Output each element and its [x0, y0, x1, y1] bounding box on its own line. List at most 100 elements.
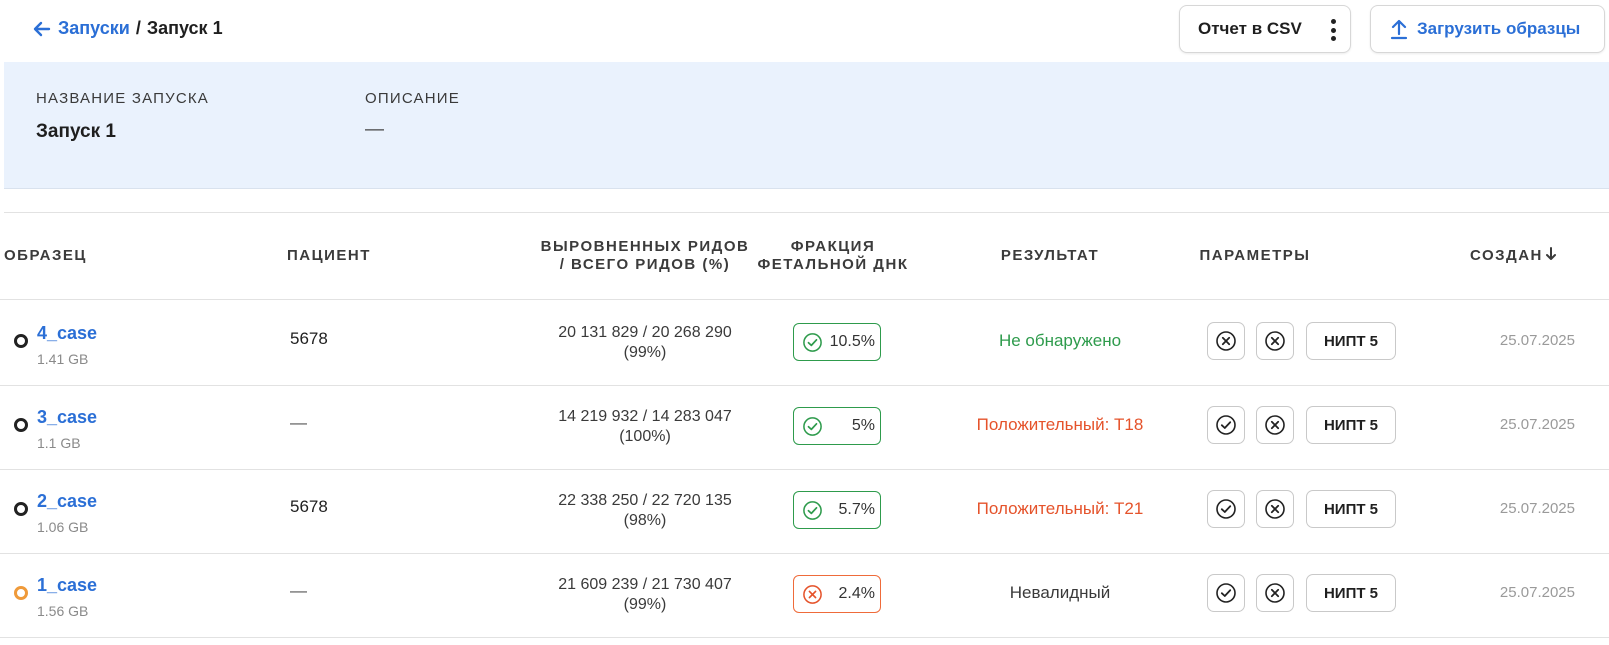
- run-description-value: —: [365, 119, 384, 140]
- run-name-value: Запуск 1: [36, 121, 116, 142]
- created-date: 25.07.2025: [1499, 332, 1575, 349]
- check-circle-icon: [1216, 415, 1236, 435]
- check-circle-icon: [1216, 499, 1236, 519]
- param-toggle-2[interactable]: [1256, 490, 1294, 528]
- header-created[interactable]: СОЗДАН: [1470, 247, 1557, 265]
- top-bar: Запуски / Запуск 1 Отчет в CSV Загрузить…: [0, 0, 1609, 60]
- run-description-label: ОПИСАНИЕ: [365, 90, 460, 107]
- status-indicator: [14, 502, 28, 516]
- result-text: Положительный: T18: [976, 415, 1144, 434]
- nipt-button[interactable]: НИПТ 5: [1306, 322, 1396, 360]
- breadcrumb-separator: /: [135, 18, 141, 38]
- param-toggle-2[interactable]: [1256, 406, 1294, 444]
- table-header: ОБРАЗЕЦ ПАЦИЕНТ ВЫРОВНЕННЫХ РИДОВ / ВСЕГ…: [0, 214, 1609, 300]
- header-created-label: СОЗДАН: [1470, 247, 1543, 264]
- sample-link[interactable]: 3_case: [37, 407, 97, 428]
- reads-counts: 20 131 829 / 20 268 290: [558, 324, 732, 341]
- reads-value: 22 338 250 / 22 720 135 (98%): [530, 491, 760, 531]
- reads-value: 14 219 932 / 14 283 047 (100%): [530, 407, 760, 447]
- sort-down-icon[interactable]: [1545, 247, 1557, 261]
- run-name-label: НАЗВАНИЕ ЗАПУСКА: [36, 90, 210, 107]
- header-fetal-fraction[interactable]: ФРАКЦИЯ ФЕТАЛЬНОЙ ДНК: [748, 238, 918, 274]
- breadcrumb-runs-link[interactable]: Запуски: [58, 18, 130, 39]
- run-description-block: ОПИСАНИЕ —: [365, 90, 460, 141]
- header-params[interactable]: ПАРАМЕТРЫ: [1180, 247, 1330, 265]
- param-toggle-1[interactable]: [1207, 490, 1245, 528]
- fetal-fraction-value: 5.7%: [838, 501, 875, 518]
- header-patient[interactable]: ПАЦИЕНТ: [287, 247, 371, 265]
- nipt-button[interactable]: НИПТ 5: [1306, 490, 1396, 528]
- fetal-fraction-value: 5%: [851, 417, 875, 434]
- sample-size: 1.56 GB: [37, 603, 89, 619]
- param-toggle-1[interactable]: [1207, 574, 1245, 612]
- fetal-fraction-badge: 5%: [793, 407, 881, 445]
- header-reads[interactable]: ВЫРОВНЕННЫХ РИДОВ / ВСЕГО РИДОВ (%): [540, 238, 750, 274]
- reads-counts: 14 219 932 / 14 283 047: [558, 408, 732, 425]
- sample-link[interactable]: 2_case: [37, 491, 97, 512]
- created-date: 25.07.2025: [1499, 500, 1575, 517]
- table-row[interactable]: 4_case 1.41 GB 5678 20 131 829 / 20 268 290…: [0, 301, 1609, 386]
- created-date: 25.07.2025: [1499, 416, 1575, 433]
- sample-link[interactable]: 4_case: [37, 323, 97, 344]
- reads-value: 21 609 239 / 21 730 407 (99%): [530, 575, 760, 615]
- reads-percent: (99%): [623, 344, 667, 361]
- x-circle-icon: [1216, 331, 1236, 351]
- reads-value: 20 131 829 / 20 268 290 (99%): [530, 323, 760, 363]
- param-toggle-1[interactable]: [1207, 406, 1245, 444]
- result-text: Невалидный: [1009, 583, 1111, 602]
- nipt-button[interactable]: НИПТ 5: [1306, 406, 1396, 444]
- check-circle-icon: [1216, 583, 1236, 603]
- result-text: Положительный: T21: [976, 499, 1144, 518]
- reads-counts: 21 609 239 / 21 730 407: [558, 576, 732, 593]
- patient-id: —: [290, 413, 307, 432]
- more-vertical-icon[interactable]: [1330, 19, 1336, 41]
- run-info-panel: НАЗВАНИЕ ЗАПУСКА Запуск 1 ОПИСАНИЕ —: [4, 62, 1609, 189]
- nipt-button[interactable]: НИПТ 5: [1306, 574, 1396, 612]
- x-circle-icon: [1265, 499, 1285, 519]
- upload-samples-label: Загрузить образцы: [1417, 19, 1581, 38]
- patient-id: 5678: [290, 497, 328, 516]
- table-row[interactable]: 1_case 1.56 GB — 21 609 239 / 21 730 407 (99…: [0, 553, 1609, 638]
- status-indicator: [14, 586, 28, 600]
- arrow-left-icon[interactable]: [32, 19, 52, 39]
- param-toggle-2[interactable]: [1256, 322, 1294, 360]
- x-circle-icon: [1265, 415, 1285, 435]
- sample-size: 1.1 GB: [37, 435, 81, 451]
- table-row[interactable]: 3_case 1.1 GB — 14 219 932 / 14 283 047 (100…: [0, 385, 1609, 470]
- check-circle-icon: [803, 416, 822, 436]
- table-row[interactable]: 2_case 1.06 GB 5678 22 338 250 / 22 720 135…: [0, 469, 1609, 554]
- result-text: Не обнаружено: [998, 331, 1122, 350]
- patient-id: 5678: [290, 329, 328, 348]
- param-toggle-2[interactable]: [1256, 574, 1294, 612]
- reads-percent: (99%): [623, 596, 667, 613]
- run-name-block: НАЗВАНИЕ ЗАПУСКА Запуск 1: [36, 90, 209, 143]
- fetal-fraction-badge: 5.7%: [793, 491, 881, 529]
- fetal-fraction-badge: 10.5%: [793, 323, 881, 361]
- sample-size: 1.06 GB: [37, 519, 89, 535]
- breadcrumb-current: Запуск 1: [146, 18, 223, 38]
- sample-size: 1.41 GB: [37, 351, 89, 367]
- created-date: 25.07.2025: [1499, 584, 1575, 601]
- param-toggle-1[interactable]: [1207, 322, 1245, 360]
- header-result[interactable]: РЕЗУЛЬТАТ: [960, 247, 1140, 265]
- header-reads-line1: ВЫРОВНЕННЫХ РИДОВ: [540, 238, 750, 255]
- csv-report-label: Отчет в CSV: [1198, 19, 1302, 38]
- x-circle-icon: [1265, 583, 1285, 603]
- header-reads-line2: / ВСЕГО РИДОВ (%): [559, 256, 731, 273]
- reads-percent: (100%): [619, 428, 671, 445]
- x-circle-icon: [1265, 331, 1285, 351]
- upload-samples-button[interactable]: Загрузить образцы: [1370, 5, 1605, 53]
- header-fraction-line1: ФРАКЦИЯ: [790, 238, 876, 255]
- check-circle-icon: [803, 332, 822, 352]
- status-indicator: [14, 418, 28, 432]
- status-indicator: [14, 334, 28, 348]
- check-circle-icon: [803, 500, 822, 520]
- header-sample[interactable]: ОБРАЗЕЦ: [4, 247, 87, 265]
- csv-report-button[interactable]: Отчет в CSV: [1179, 5, 1351, 53]
- fetal-fraction-value: 10.5%: [829, 333, 875, 350]
- patient-id: —: [290, 581, 307, 600]
- section-divider: [4, 212, 1609, 213]
- sample-link[interactable]: 1_case: [37, 575, 97, 596]
- breadcrumb: Запуски / Запуск 1: [32, 18, 223, 39]
- upload-icon: [1390, 19, 1408, 40]
